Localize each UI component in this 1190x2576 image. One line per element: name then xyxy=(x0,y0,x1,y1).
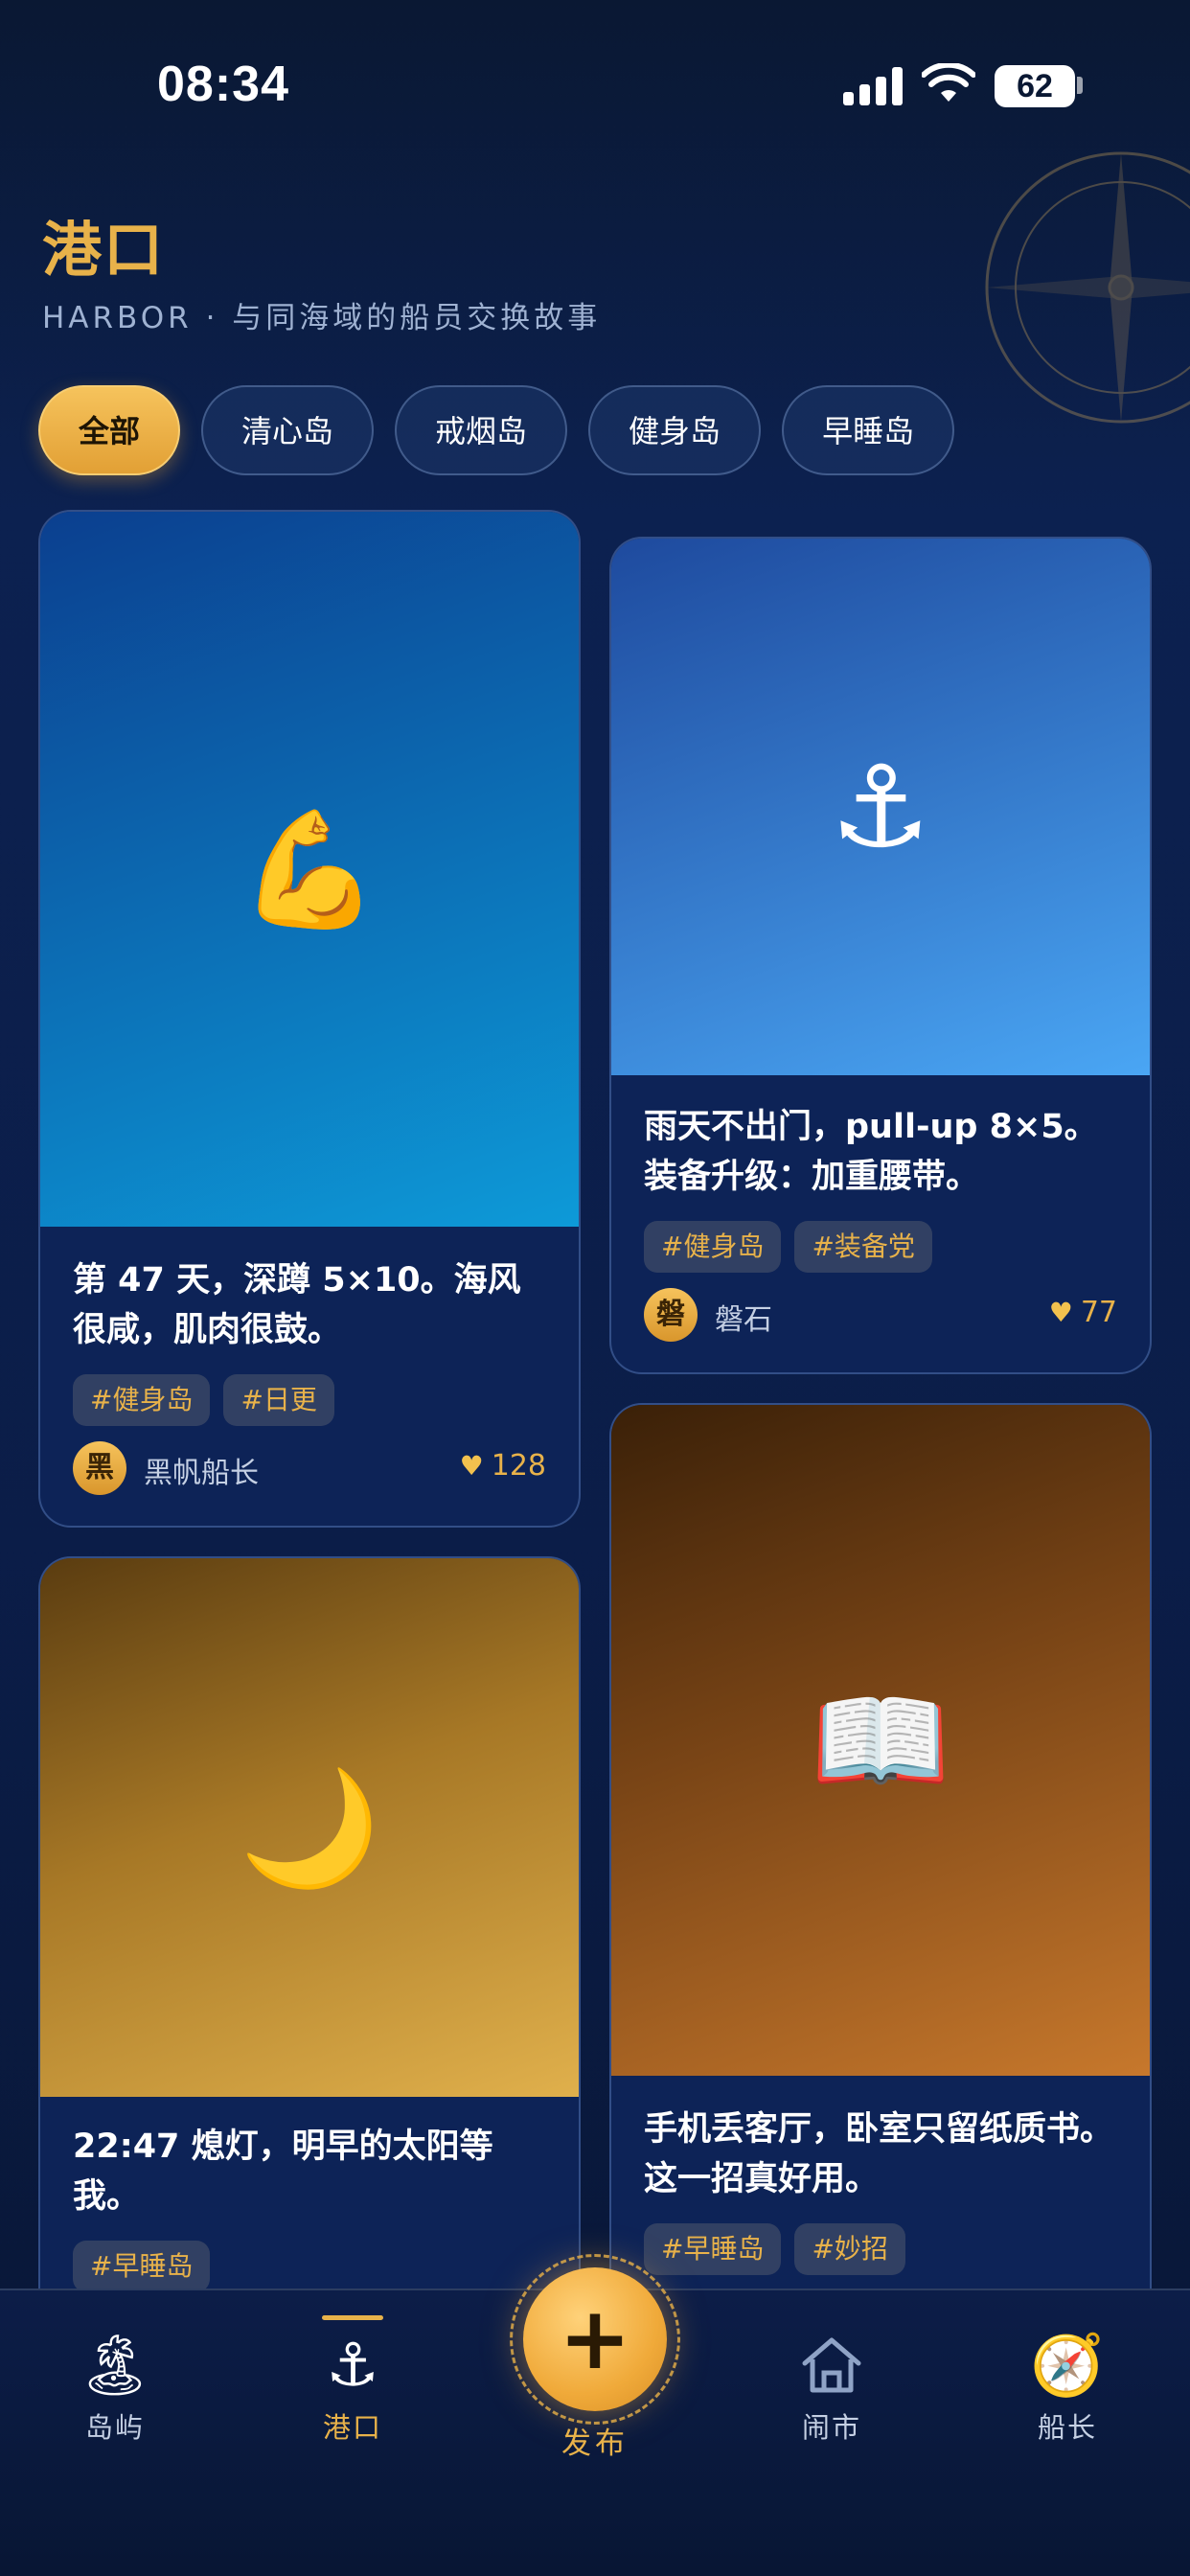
post-card[interactable]: 📖 手机丢客厅，卧室只留纸质书。这一招真好用。 #早睡岛 #妙招 xyxy=(609,1403,1152,2419)
tag-chip[interactable]: #健身岛 xyxy=(73,1374,211,1426)
status-bar: 08:34 62 xyxy=(0,0,1190,163)
post-cover: 📖 xyxy=(611,1405,1150,2076)
anchor-icon: ⚓ xyxy=(326,2330,379,2400)
tab-label: 闹市 xyxy=(801,2411,861,2444)
tag-chip[interactable]: #健身岛 xyxy=(644,1221,782,1273)
page-subtitle: HARBOR · 与同海域的船员交换故事 xyxy=(42,301,602,335)
compass-decoration-icon xyxy=(985,151,1190,424)
page-title: 港口 xyxy=(42,215,166,285)
filter-chip-qingxin[interactable]: 清心岛 xyxy=(201,385,375,475)
tab-label: 船长 xyxy=(1037,2411,1097,2444)
post-cover: 💪 xyxy=(40,512,579,1227)
post-footer: 磐 磐石 ♥ 77 xyxy=(644,1286,1117,1344)
post-text: 第 47 天，深蹲 5×10。海风很咸，肌肉很鼓。 xyxy=(73,1261,521,1349)
filter-chip-all[interactable]: 全部 xyxy=(38,385,181,475)
post-text: 雨天不出门，pull-up 8×5。装备升级：加重腰带。 xyxy=(644,1108,1098,1196)
cellular-signal-icon xyxy=(843,67,904,105)
active-tab-indicator xyxy=(322,2315,383,2320)
battery-icon: 62 xyxy=(995,65,1075,107)
island-filter-bar: 全部 清心岛 戒烟岛 健身岛 早睡岛 xyxy=(38,385,955,475)
tab-harbor[interactable]: ⚓ 港口 xyxy=(276,2315,429,2446)
status-time: 08:34 xyxy=(157,57,289,112)
post-text: 22:47 熄灯，明早的太阳等我。 xyxy=(73,2128,493,2216)
heart-icon: ♥ xyxy=(459,1450,484,1482)
filter-chip-quit-smoking[interactable]: 戒烟岛 xyxy=(395,385,568,475)
tag-chip[interactable]: #妙招 xyxy=(794,2223,905,2275)
compass-icon: 🧭 xyxy=(1030,2330,1105,2400)
flexed-biceps-icon: 💪 xyxy=(239,803,380,935)
author-name[interactable]: 磐石 xyxy=(715,1296,772,1338)
like-count[interactable]: ♥ 77 xyxy=(1049,1296,1117,1329)
anchor-icon: ⚓ xyxy=(830,741,931,873)
battery-tip xyxy=(1077,77,1083,94)
tag-chip[interactable]: #装备党 xyxy=(794,1221,932,1273)
tab-label: 岛屿 xyxy=(84,2411,145,2444)
crescent-moon-icon: 🌙 xyxy=(239,1761,380,1894)
open-book-icon: 📖 xyxy=(810,1674,951,1806)
tab-label: 港口 xyxy=(322,2411,382,2444)
tag-chip[interactable]: #早睡岛 xyxy=(644,2223,782,2275)
tab-captain[interactable]: 🧭 船长 xyxy=(991,2329,1144,2446)
tab-islands[interactable]: 🏝 岛屿 xyxy=(38,2329,192,2446)
house-icon xyxy=(802,2337,861,2393)
post-footer: 黑 黑帆船长 ♥ 128 xyxy=(73,1439,546,1497)
publish-label: 发布 xyxy=(561,2426,629,2461)
like-count-value: 128 xyxy=(491,1449,546,1483)
post-card[interactable]: ⚓ 雨天不出门，pull-up 8×5。装备升级：加重腰带。 #健身岛 #装备党… xyxy=(609,537,1152,1374)
wifi-icon xyxy=(922,63,975,102)
author-name[interactable]: 黑帆船长 xyxy=(144,1449,259,1491)
filter-chip-fitness[interactable]: 健身岛 xyxy=(588,385,762,475)
like-count[interactable]: ♥ 128 xyxy=(460,1449,546,1483)
avatar[interactable]: 黑 xyxy=(73,1441,126,1495)
post-tags: #早睡岛 #妙招 xyxy=(644,2223,1117,2275)
island-icon: 🏝 xyxy=(77,2330,153,2400)
post-cover: 🌙 xyxy=(40,1558,579,2097)
heart-icon: ♥ xyxy=(1048,1297,1073,1328)
tag-chip[interactable]: #日更 xyxy=(223,1374,334,1426)
post-text: 手机丢客厅，卧室只留纸质书。这一招真好用。 xyxy=(644,2110,1114,2198)
post-cover: ⚓ xyxy=(611,539,1150,1075)
avatar[interactable]: 磐 xyxy=(644,1288,698,1342)
tab-market[interactable]: 闹市 xyxy=(755,2329,908,2446)
publish-button[interactable]: + xyxy=(523,2267,667,2411)
like-count-value: 77 xyxy=(1080,1296,1117,1329)
post-tags: #健身岛 #装备党 xyxy=(644,1221,1117,1273)
tag-chip[interactable]: #早睡岛 xyxy=(73,2241,211,2292)
post-tags: #早睡岛 xyxy=(73,2241,546,2292)
post-tags: #健身岛 #日更 xyxy=(73,1374,546,1426)
filter-chip-early-sleep[interactable]: 早睡岛 xyxy=(782,385,955,475)
post-card[interactable]: 💪 第 47 天，深蹲 5×10。海风很咸，肌肉很鼓。 #健身岛 #日更 黑 黑… xyxy=(38,510,581,1528)
